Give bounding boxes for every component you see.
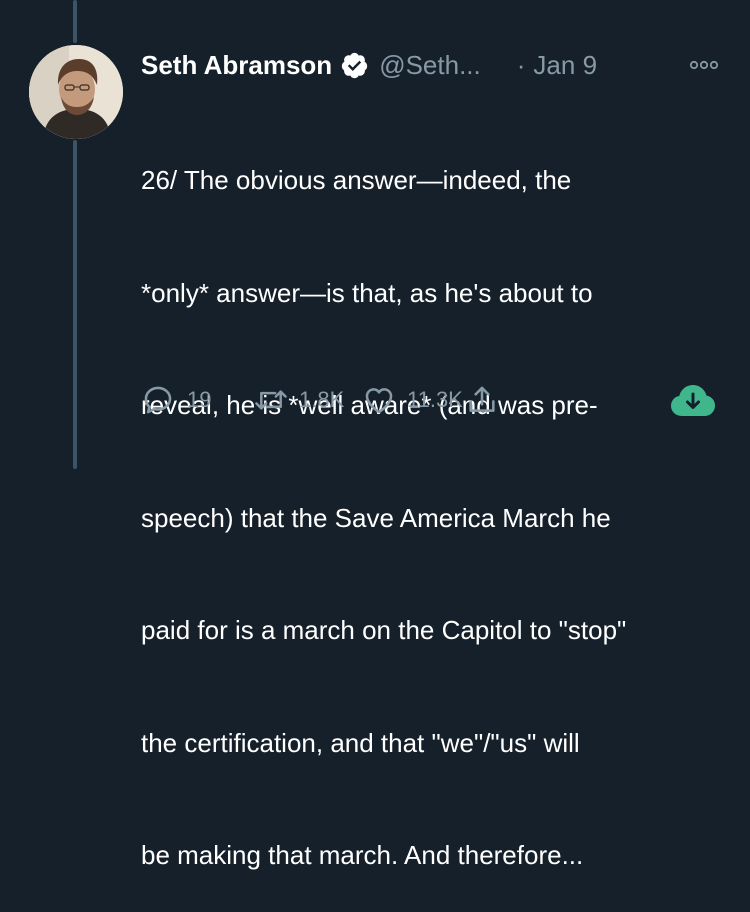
tweet-date[interactable]: Jan 9: [533, 50, 597, 81]
share-button[interactable]: [465, 383, 499, 417]
retweet-count: 1.8K: [299, 387, 345, 412]
header-separator: ·: [516, 49, 526, 80]
tweet-text-line: the certification, and that "we"/"us" wi…: [141, 727, 580, 758]
thread-line-bottom: [73, 140, 77, 469]
reply-button[interactable]: 19: [141, 383, 253, 417]
avatar[interactable]: [29, 45, 123, 139]
like-icon: [361, 383, 397, 417]
reply-icon: [141, 383, 175, 417]
like-button[interactable]: 11.3K: [361, 383, 465, 417]
tweet-header: Seth Abramson @Seth... · Jan 9: [141, 47, 597, 83]
like-count: 11.3K: [407, 387, 463, 412]
cloud-download-icon[interactable]: [668, 382, 718, 418]
tweet-actions: 19 1.8K 11.3K: [141, 380, 499, 420]
retweet-button[interactable]: 1.8K: [253, 383, 361, 417]
tweet-text-line: be making that march. And therefore...: [141, 840, 584, 870]
verified-badge-icon: [340, 51, 369, 80]
tweet-text-line: paid for is a march on the Capitol to "s…: [141, 615, 627, 645]
share-icon: [465, 383, 499, 417]
tweet-text-line: 26/ The obvious answer—indeed, the: [141, 165, 572, 195]
reply-count: 19: [187, 387, 212, 412]
author-handle[interactable]: @Seth...: [379, 50, 481, 81]
more-options-icon[interactable]: [688, 55, 720, 75]
avatar-image: [29, 45, 123, 139]
tweet-text-line: speech) that the Save America March he: [141, 502, 611, 533]
tweet-text-line: *only* answer—is that, as he's about to: [141, 277, 593, 308]
thread-line-top: [73, 0, 77, 43]
tweet-text: 26/ The obvious answer—indeed, the *only…: [141, 87, 731, 912]
author-name[interactable]: Seth Abramson: [141, 50, 332, 81]
retweet-icon: [253, 383, 289, 417]
